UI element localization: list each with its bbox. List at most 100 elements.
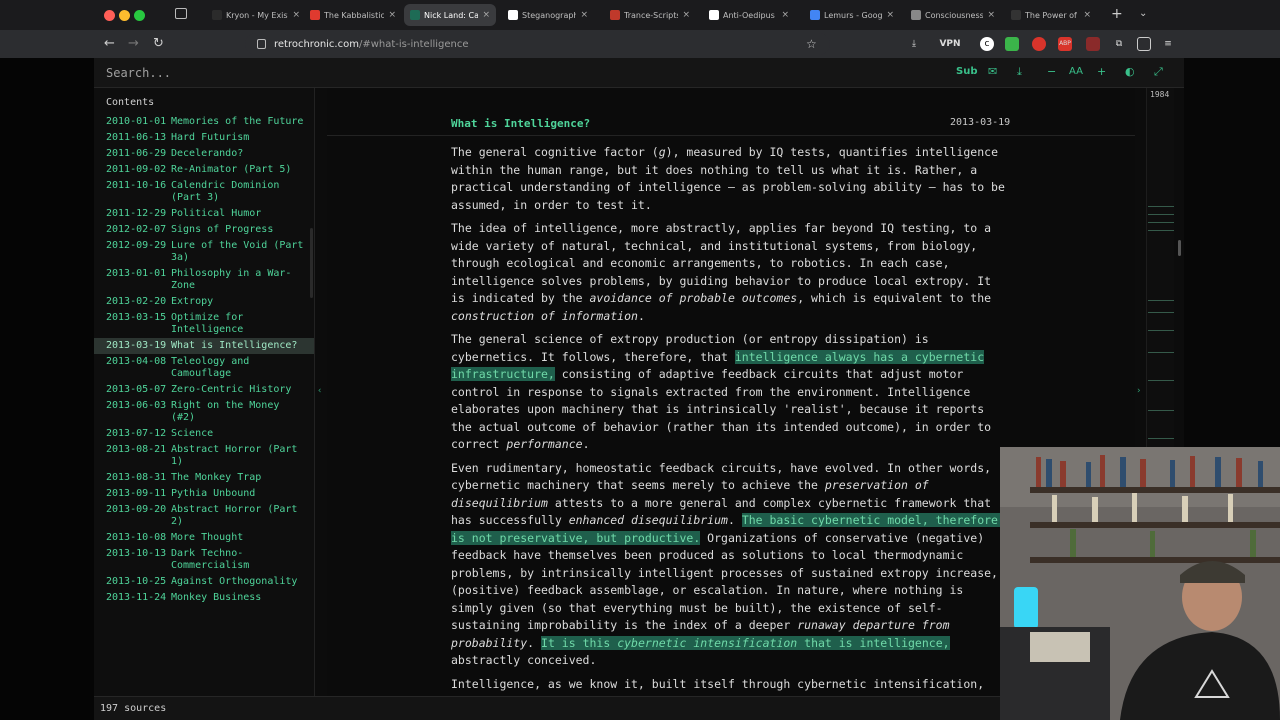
browser-tab[interactable]: Steganography×	[502, 4, 594, 26]
toc-item[interactable]: 2012-09-29 Lure of the Void (Part 3a)	[94, 238, 314, 266]
fullscreen-icon[interactable]: ⤢	[1154, 66, 1163, 78]
sources-count: 197 sources	[100, 703, 167, 714]
mail-icon[interactable]: ✉	[988, 66, 997, 78]
toc-item[interactable]: 2012-02-07 Signs of Progress	[94, 222, 314, 238]
forward-arrow-icon[interactable]: →	[128, 36, 139, 52]
browser-tab[interactable]: Trance-Scripts ×	[604, 4, 696, 26]
toc-item-title: Calendric Dominion (Part 3)	[171, 180, 280, 203]
window-zoom-button[interactable]	[134, 10, 145, 21]
sidebar-toggle-icon[interactable]	[1137, 37, 1151, 51]
toc-item[interactable]: 2011-09-02 Re-Animator (Part 5)	[94, 162, 314, 178]
toc-item[interactable]: 2013-10-13 Dark Techno-Commercialism	[94, 546, 314, 574]
toc-item[interactable]: 2013-10-25 Against Orthogonality	[94, 574, 314, 590]
toc-item[interactable]: 2013-05-07 Zero-Centric History	[94, 382, 314, 398]
tab-close-icon[interactable]: ×	[1083, 10, 1091, 20]
toc-item[interactable]: 2013-08-31 The Monkey Trap	[94, 470, 314, 486]
browser-tab[interactable]: The Power of Zero - ×	[1005, 4, 1097, 26]
toc-item-date: 2013-08-21	[106, 444, 167, 455]
toc-item[interactable]: 2013-01-01 Philosophy in a War-Zone	[94, 266, 314, 294]
download-icon[interactable]: ⤓	[1017, 66, 1022, 78]
toc-item[interactable]: 2013-09-20 Abstract Horror (Part 2)	[94, 502, 314, 530]
wikipedia-icon	[508, 10, 518, 20]
search-input[interactable]	[106, 64, 406, 82]
tab-close-icon[interactable]: ×	[580, 10, 588, 20]
toc-item[interactable]: 2011-12-29 Political Humor	[94, 206, 314, 222]
tab-close-icon[interactable]: ×	[886, 10, 894, 20]
minimap-marker	[1148, 206, 1174, 207]
extensions-puzzle-icon[interactable]: ⧉	[1112, 37, 1126, 51]
toc-item[interactable]: 2013-11-24 Monkey Business	[94, 590, 314, 606]
toc-item[interactable]: 2013-04-08 Teleology and Camouflage	[94, 354, 314, 382]
sidebar-scrollbar[interactable]	[310, 228, 313, 298]
back-arrow-icon[interactable]: ←	[104, 36, 115, 52]
toc-item[interactable]: 2013-03-19 What is Intelligence?	[94, 338, 314, 354]
download-icon[interactable]: ⤓	[907, 37, 921, 51]
toc-item-date: 2013-03-19	[106, 340, 167, 351]
article-title: What is Intelligence?	[451, 117, 591, 130]
browser-tab[interactable]: The Kabbalistic V×	[304, 4, 402, 26]
tab-overview-icon[interactable]	[175, 8, 187, 19]
extension-icon[interactable]	[1005, 37, 1019, 51]
browser-tab[interactable]: Anti-Oedipus ×	[703, 4, 795, 26]
window-close-button[interactable]	[104, 10, 115, 21]
toc-item-date: 2013-09-11	[106, 488, 167, 499]
browser-tab[interactable]: Lemurs - Google×	[804, 4, 900, 26]
extension-icon[interactable]	[1032, 37, 1046, 51]
toc-item[interactable]: 2011-06-13 Hard Futurism	[94, 130, 314, 146]
expand-right-icon[interactable]: ›	[1136, 386, 1141, 396]
emphasized-text: performance	[506, 437, 583, 451]
zoom-out-icon[interactable]: −	[1047, 66, 1056, 78]
new-tab-icon[interactable]: +	[1111, 6, 1123, 22]
tab-close-icon[interactable]: ×	[292, 10, 300, 20]
bookmark-star-icon[interactable]: ☆	[806, 36, 817, 52]
toc-item[interactable]: 2011-06-29 Decelerando?	[94, 146, 314, 162]
toc-item-date: 2013-10-08	[106, 532, 167, 543]
window-minimize-button[interactable]	[119, 10, 130, 21]
browser-tab[interactable]: Kryon - My Exist ×	[206, 4, 306, 26]
browser-tab[interactable]: Consciousness i ×	[905, 4, 1001, 26]
toc-item[interactable]: 2010-01-01 Memories of the Future	[94, 114, 314, 130]
toc-item[interactable]: 2013-08-21 Abstract Horror (Part 1)	[94, 442, 314, 470]
font-size-button[interactable]: AA	[1069, 66, 1083, 78]
tab-close-icon[interactable]: ×	[388, 10, 396, 20]
minimap-scrollbar[interactable]	[1178, 240, 1181, 256]
toc-item[interactable]: 2013-06-03 Right on the Money (#2)	[94, 398, 314, 426]
toc-item[interactable]: 2013-03-15 Optimize for Intelligence	[94, 310, 314, 338]
vpn-button[interactable]: VPN	[932, 37, 968, 51]
extension-icon[interactable]: c	[980, 37, 994, 51]
reload-icon[interactable]: ↻	[153, 36, 164, 52]
toc-item-date: 2013-10-25	[106, 576, 167, 587]
text-span: Organizations of conservative (negative)…	[451, 530, 998, 633]
adblock-icon[interactable]: ABP	[1058, 37, 1072, 51]
text-span: .	[582, 437, 590, 451]
extension-icon[interactable]	[1086, 37, 1100, 51]
article-paragraph: Intelligence, as we know it, built itsel…	[451, 676, 1011, 694]
tab-favicon-icon	[610, 10, 620, 20]
theme-toggle-icon[interactable]: ◐	[1125, 66, 1135, 78]
highlighted-text: It is this	[541, 635, 618, 650]
toc-item[interactable]: 2013-02-20 Extropy	[94, 294, 314, 310]
toc-item-date: 2013-03-15	[106, 312, 167, 323]
toc-item-title: Re-Animator (Part 5)	[171, 164, 292, 175]
toc-item-date: 2013-01-01	[106, 268, 167, 279]
tab-close-icon[interactable]: ×	[682, 10, 690, 20]
browser-tab[interactable]: Nick Land: Capit×	[404, 4, 496, 26]
toc-item[interactable]: 2013-07-12 Science	[94, 426, 314, 442]
address-bar[interactable]: retrochronic.com/#what-is-intelligence	[245, 33, 830, 55]
toc-item-date: 2013-02-20	[106, 296, 167, 307]
toc-item[interactable]: 2013-10-08 More Thought	[94, 530, 314, 546]
zoom-in-icon[interactable]: +	[1097, 66, 1106, 78]
toc-item[interactable]: 2011-10-16 Calendric Dominion (Part 3)	[94, 178, 314, 206]
tab-search-chevron-icon[interactable]: ⌄	[1139, 8, 1147, 19]
toc-item[interactable]: 2013-09-11 Pythia Unbound	[94, 486, 314, 502]
collapse-left-icon[interactable]: ‹	[317, 386, 322, 396]
tab-close-icon[interactable]: ×	[482, 10, 490, 20]
toc-item-date: 2012-02-07	[106, 224, 167, 235]
tab-close-icon[interactable]: ×	[987, 10, 995, 20]
tab-close-icon[interactable]: ×	[781, 10, 789, 20]
toc-item-title: Decelerando?	[171, 148, 244, 159]
site-info-icon[interactable]	[257, 39, 266, 49]
menu-icon[interactable]: ≡	[1161, 37, 1175, 51]
text-span: , which is equivalent to the	[797, 291, 992, 305]
subscribe-button[interactable]: Sub	[956, 66, 977, 78]
